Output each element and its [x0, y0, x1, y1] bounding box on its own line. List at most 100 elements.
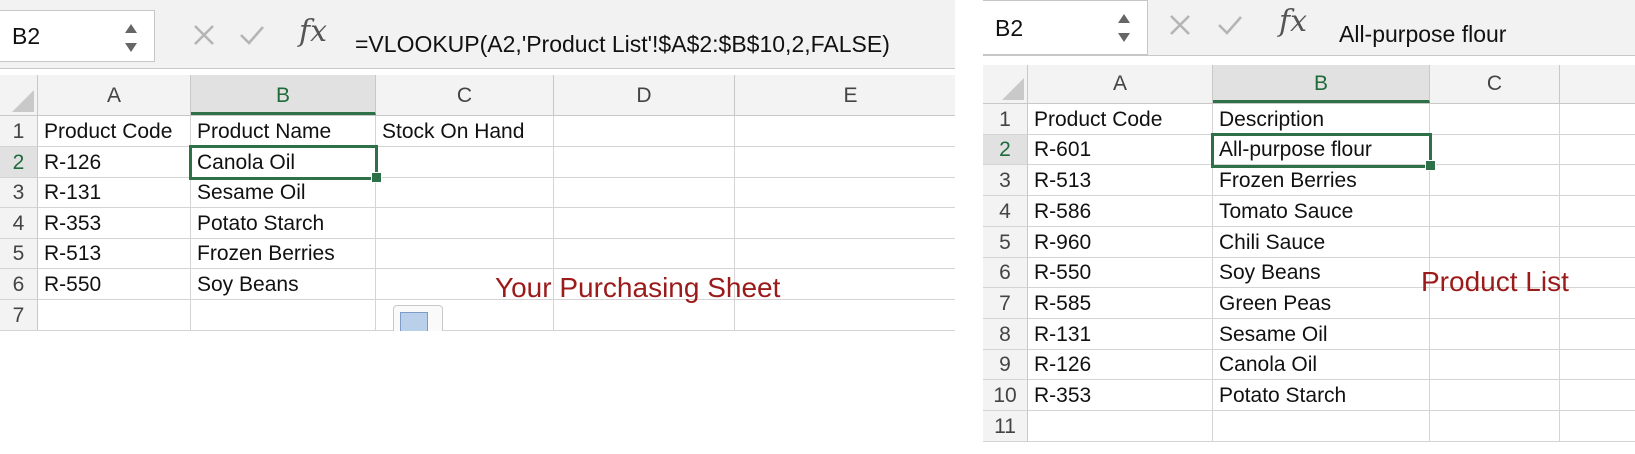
cell-b3[interactable]: Sesame Oil: [191, 178, 376, 208]
column-header-c[interactable]: C: [376, 75, 554, 115]
cell-a2[interactable]: R-601: [1028, 135, 1213, 165]
row-header-4[interactable]: 4: [0, 208, 38, 239]
select-all-corner[interactable]: [983, 65, 1028, 103]
cell-d9[interactable]: [1560, 350, 1635, 380]
name-box[interactable]: B2: [983, 0, 1148, 55]
cell-d1[interactable]: [1560, 104, 1635, 135]
cell-c1[interactable]: [1430, 104, 1560, 135]
row-header-8[interactable]: 8: [983, 319, 1028, 350]
column-header-b[interactable]: B: [1213, 65, 1430, 103]
row-header-6[interactable]: 6: [0, 269, 38, 300]
cell-d3[interactable]: [1560, 165, 1635, 196]
cell-a1[interactable]: Product Code: [38, 116, 191, 147]
row-header-3[interactable]: 3: [0, 178, 38, 208]
cell-d4[interactable]: [554, 208, 735, 239]
row-header-1[interactable]: 1: [983, 104, 1028, 135]
cell-d5[interactable]: [554, 239, 735, 269]
cell-c11[interactable]: [1430, 411, 1560, 442]
cell-b6[interactable]: Soy Beans: [191, 269, 376, 300]
cell-a10[interactable]: R-353: [1028, 380, 1213, 411]
cell-e2[interactable]: [735, 147, 955, 178]
cell-b5[interactable]: Frozen Berries: [191, 239, 376, 269]
cell-a4[interactable]: R-586: [1028, 196, 1213, 227]
column-header-a[interactable]: A: [38, 75, 191, 115]
cell-a4[interactable]: R-353: [38, 208, 191, 239]
cell-b5[interactable]: Chili Sauce: [1213, 227, 1430, 258]
name-box[interactable]: B2: [0, 10, 155, 62]
cell-b4[interactable]: Potato Starch: [191, 208, 376, 239]
cell-c4[interactable]: [376, 208, 554, 239]
row-header-3[interactable]: 3: [983, 165, 1028, 196]
cell-b7[interactable]: [191, 300, 376, 331]
cell-b4[interactable]: Tomato Sauce: [1213, 196, 1430, 227]
cell-b3[interactable]: Frozen Berries: [1213, 165, 1430, 196]
cell-d4[interactable]: [1560, 196, 1635, 227]
row-header-6[interactable]: 6: [983, 258, 1028, 288]
name-box-spinner-icon[interactable]: [124, 21, 138, 55]
cell-d5[interactable]: [1560, 227, 1635, 258]
cell-a5[interactable]: R-960: [1028, 227, 1213, 258]
cell-a3[interactable]: R-513: [1028, 165, 1213, 196]
cell-b8[interactable]: Sesame Oil: [1213, 319, 1430, 350]
cell-e1[interactable]: [735, 116, 955, 147]
cell-b6[interactable]: Soy Beans: [1213, 258, 1430, 288]
row-header-2[interactable]: 2: [0, 147, 38, 178]
row-header-9[interactable]: 9: [983, 350, 1028, 380]
row-header-1[interactable]: 1: [0, 116, 38, 147]
cell-d3[interactable]: [554, 178, 735, 208]
select-all-corner[interactable]: [0, 75, 38, 115]
row-header-7[interactable]: 7: [0, 300, 38, 331]
row-header-5[interactable]: 5: [0, 239, 38, 269]
cell-a6[interactable]: R-550: [38, 269, 191, 300]
cell-d2[interactable]: [554, 147, 735, 178]
fill-handle[interactable]: [1425, 160, 1436, 171]
cell-b7[interactable]: Green Peas: [1213, 288, 1430, 319]
cell-a5[interactable]: R-513: [38, 239, 191, 269]
row-header-4[interactable]: 4: [983, 196, 1028, 227]
cell-d6[interactable]: [1560, 258, 1635, 288]
cell-d2[interactable]: [1560, 135, 1635, 165]
cell-a7[interactable]: R-585: [1028, 288, 1213, 319]
formula-input[interactable]: =VLOOKUP(A2,'Product List'!$A$2:$B$10,2,…: [355, 31, 890, 58]
row-header-5[interactable]: 5: [983, 227, 1028, 258]
insert-function-icon[interactable]: fx: [1279, 4, 1307, 39]
cell-c10[interactable]: [1430, 380, 1560, 411]
cell-c2[interactable]: [376, 147, 554, 178]
column-header-e[interactable]: E: [735, 75, 955, 115]
cell-a7[interactable]: [38, 300, 191, 331]
cell-b9[interactable]: Canola Oil: [1213, 350, 1430, 380]
cell-d10[interactable]: [1560, 380, 1635, 411]
cell-e7[interactable]: [735, 300, 955, 331]
cell-d11[interactable]: [1560, 411, 1635, 442]
cell-a3[interactable]: R-131: [38, 178, 191, 208]
cell-c4[interactable]: [1430, 196, 1560, 227]
cell-c1[interactable]: Stock On Hand: [376, 116, 554, 147]
cell-a8[interactable]: R-131: [1028, 319, 1213, 350]
cell-c2[interactable]: [1430, 135, 1560, 165]
column-header-c[interactable]: C: [1430, 65, 1560, 103]
cell-a1[interactable]: Product Code: [1028, 104, 1213, 135]
row-header-2[interactable]: 2: [983, 135, 1028, 165]
fill-handle[interactable]: [371, 172, 382, 183]
row-header-11[interactable]: 11: [983, 411, 1028, 442]
row-header-7[interactable]: 7: [983, 288, 1028, 319]
column-header-b[interactable]: B: [191, 75, 376, 115]
cell-b1[interactable]: Description: [1213, 104, 1430, 135]
cell-e5[interactable]: [735, 239, 955, 269]
cell-d1[interactable]: [554, 116, 735, 147]
cell-c9[interactable]: [1430, 350, 1560, 380]
cell-a6[interactable]: R-550: [1028, 258, 1213, 288]
cell-c3[interactable]: [1430, 165, 1560, 196]
cell-c8[interactable]: [1430, 319, 1560, 350]
column-header-a[interactable]: A: [1028, 65, 1213, 103]
cell-a9[interactable]: R-126: [1028, 350, 1213, 380]
cell-c3[interactable]: [376, 178, 554, 208]
column-header-d[interactable]: D: [554, 75, 735, 115]
insert-function-icon[interactable]: fx: [299, 14, 327, 49]
cell-b2[interactable]: Canola Oil: [191, 147, 376, 178]
cell-a2[interactable]: R-126: [38, 147, 191, 178]
column-header-d[interactable]: [1560, 65, 1635, 103]
cell-b10[interactable]: Potato Starch: [1213, 380, 1430, 411]
cell-b2[interactable]: All-purpose flour: [1213, 135, 1430, 165]
cell-c5[interactable]: [376, 239, 554, 269]
